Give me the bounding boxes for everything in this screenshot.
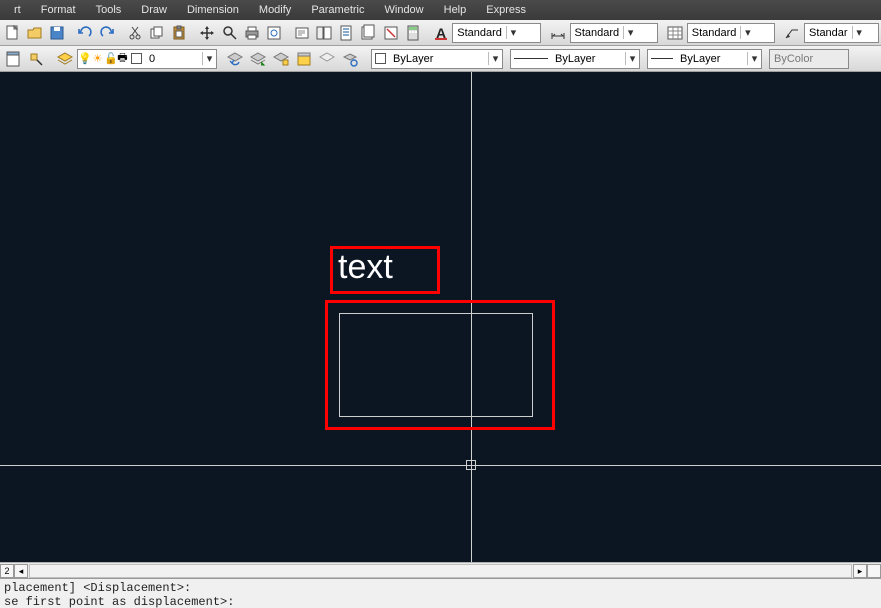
open-icon[interactable] (24, 22, 45, 44)
scroll-left-icon[interactable]: ◂ (14, 564, 28, 578)
color-value: ByLayer (389, 53, 488, 65)
make-current-icon[interactable] (247, 48, 269, 70)
print-icon[interactable] (241, 22, 262, 44)
layer-name: 0 (145, 53, 202, 65)
find-icon[interactable] (291, 22, 312, 44)
text-style-dropdown[interactable]: Standard ▾ (452, 23, 540, 43)
redo-icon[interactable] (96, 22, 117, 44)
menu-item-draw[interactable]: Draw (131, 2, 177, 18)
menu-item-dimension[interactable]: Dimension (177, 2, 249, 18)
save-icon[interactable] (46, 22, 67, 44)
dropdown-arrow-icon: ▾ (623, 26, 637, 39)
dropdown-arrow-icon: ▾ (625, 52, 639, 65)
color-dropdown[interactable]: ByLayer ▾ (371, 49, 503, 69)
dim-style-dropdown[interactable]: Standard ▾ (570, 23, 658, 43)
dropdown-arrow-icon: ▾ (852, 26, 866, 39)
table-style-icon[interactable] (665, 22, 686, 44)
menubar: rt Format Tools Draw Dimension Modify Pa… (0, 0, 881, 20)
plotstyle-value: ByColor (770, 53, 848, 65)
selection-highlight-rect (325, 300, 555, 430)
menu-item-window[interactable]: Window (375, 2, 434, 18)
plot-preview-icon[interactable] (263, 22, 284, 44)
text-style-value: Standard (453, 27, 506, 39)
ml-style-dropdown[interactable]: Standar ▾ (804, 23, 879, 43)
sun-icon: ☀ (91, 52, 104, 65)
plotstyle-dropdown[interactable]: ByColor (769, 49, 849, 69)
new-icon[interactable] (2, 22, 23, 44)
color-swatch (375, 53, 386, 64)
separator (285, 22, 290, 44)
toolbar-row-2: 💡 ☀ 🔓 🖶 0 ▾ ByLayer ▾ ByLayer ▾ ByLayer … (0, 46, 881, 72)
properties-icon[interactable] (2, 48, 24, 70)
lineweight-value: ByLayer (676, 53, 747, 65)
lineweight-preview (651, 58, 673, 59)
layer-previous-icon[interactable] (224, 48, 246, 70)
ml-style-value: Standar (805, 27, 852, 39)
separator (69, 22, 74, 44)
multileader-style-icon[interactable] (782, 22, 803, 44)
menu-item-help[interactable]: Help (434, 2, 477, 18)
crosshair-horizontal (0, 465, 881, 466)
dim-style-value: Standard (571, 27, 624, 39)
command-window[interactable]: placement] <Displacement>: se first poin… (0, 578, 881, 608)
cursor-pickbox (466, 460, 476, 470)
linetype-value: ByLayer (551, 53, 625, 65)
horizontal-scroll-area: 2 ◂ ▸ (0, 562, 881, 578)
match-properties-icon[interactable] (25, 48, 47, 70)
calculator-icon[interactable] (402, 22, 423, 44)
tab-stub[interactable]: 2 (0, 564, 14, 578)
model-space-canvas[interactable]: text (0, 72, 881, 562)
scroll-right-icon[interactable]: ▸ (853, 564, 867, 578)
paste-icon[interactable] (169, 22, 190, 44)
dropdown-arrow-icon: ▾ (506, 26, 520, 39)
table-style-dropdown[interactable]: Standard ▾ (687, 23, 775, 43)
layer-manager-icon[interactable] (54, 48, 76, 70)
command-history-line: se first point as displacement>: (4, 595, 877, 608)
lock-icon: 🔓 (104, 52, 117, 65)
layer-isolate-icon[interactable] (270, 48, 292, 70)
menu-item-express[interactable]: Express (476, 2, 536, 18)
table-style-value: Standard (688, 27, 741, 39)
layer-dropdown[interactable]: 💡 ☀ 🔓 🖶 0 ▾ (77, 49, 217, 69)
menu-item-modify[interactable]: Modify (249, 2, 301, 18)
bulb-icon: 💡 (78, 52, 91, 65)
tool-palette-icon[interactable] (336, 22, 357, 44)
lineweight-dropdown[interactable]: ByLayer ▾ (647, 49, 762, 69)
undo-icon[interactable] (74, 22, 95, 44)
separator (424, 22, 429, 44)
selection-highlight-text (330, 246, 440, 294)
dropdown-arrow-icon: ▾ (202, 52, 216, 65)
layer-states-icon[interactable] (293, 48, 315, 70)
menu-item-tools[interactable]: Tools (86, 2, 132, 18)
menu-item-format[interactable]: Format (31, 2, 86, 18)
cut-icon[interactable] (124, 22, 145, 44)
pan-icon[interactable] (197, 22, 218, 44)
text-style-icon[interactable]: A (430, 22, 451, 44)
plot-icon: 🖶 (117, 49, 128, 68)
linetype-dropdown[interactable]: ByLayer ▾ (510, 49, 640, 69)
separator (119, 22, 124, 44)
dimension-style-icon[interactable] (547, 22, 568, 44)
dropdown-arrow-icon: ▾ (488, 52, 502, 65)
menu-item-insert[interactable]: rt (4, 2, 31, 18)
layer-color-swatch (131, 53, 142, 64)
layer-walk-icon[interactable] (339, 48, 361, 70)
scroll-track[interactable] (29, 564, 852, 578)
command-history-line: placement] <Displacement>: (4, 581, 877, 595)
dropdown-arrow-icon: ▾ (740, 26, 754, 39)
linetype-preview (514, 58, 548, 59)
design-center-icon[interactable] (313, 22, 334, 44)
layer-off-icon[interactable] (316, 48, 338, 70)
separator (191, 22, 196, 44)
markup-icon[interactable] (380, 22, 401, 44)
toolbar-row-1: A Standard ▾ Standard ▾ Standard ▾ Stand… (0, 20, 881, 46)
menu-item-parametric[interactable]: Parametric (301, 2, 374, 18)
zoom-icon[interactable] (219, 22, 240, 44)
scroll-corner (867, 564, 881, 578)
dropdown-arrow-icon: ▾ (747, 52, 761, 65)
copy-icon[interactable] (147, 22, 168, 44)
sheet-set-icon[interactable] (358, 22, 379, 44)
